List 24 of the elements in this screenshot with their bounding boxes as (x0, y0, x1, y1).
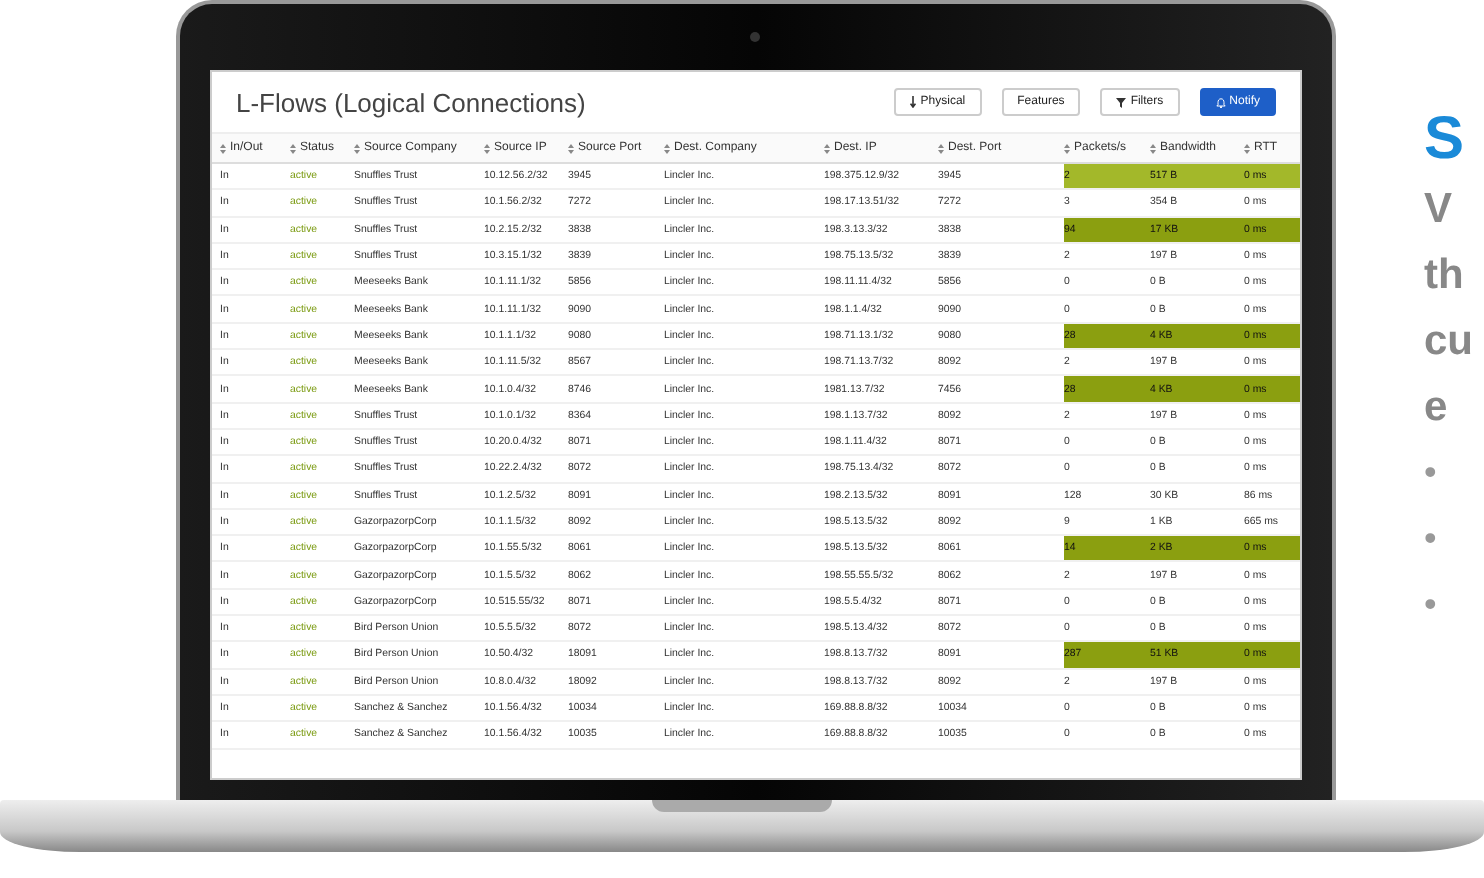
sort-icon (290, 143, 296, 153)
sort-icon (824, 143, 830, 153)
body-text: e (1424, 382, 1450, 434)
sort-icon (1150, 143, 1156, 153)
sort-icon (1244, 143, 1250, 153)
sort-icon (664, 143, 670, 153)
arrow-down-icon (910, 96, 917, 108)
sort-icon (1064, 143, 1070, 153)
sort-icon (220, 143, 226, 153)
sort-icon (484, 143, 490, 153)
bullet-mark: • (1424, 582, 1439, 628)
bell-icon (1215, 97, 1226, 107)
body-text: cu (1424, 316, 1474, 368)
sort-icon (938, 143, 944, 153)
funnel-icon (1116, 97, 1127, 107)
sort-icon (568, 143, 574, 153)
body-text: V (1424, 184, 1455, 236)
body-text: th (1424, 250, 1466, 302)
bullet-mark: • (1424, 450, 1439, 496)
heading-text: S (1424, 104, 1467, 176)
page-title: L-Flows (Logical Connections) (236, 87, 586, 117)
sort-icon (354, 143, 360, 153)
camera-icon (750, 32, 760, 42)
bullet-mark: • (1424, 516, 1439, 562)
